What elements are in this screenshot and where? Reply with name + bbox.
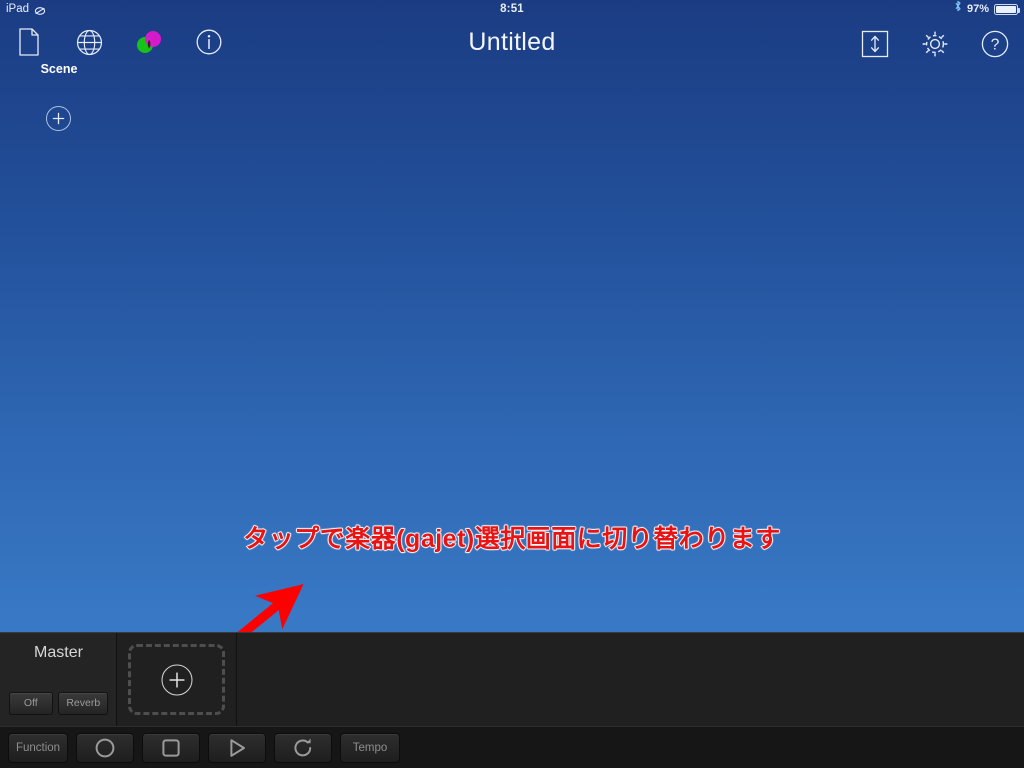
help-icon[interactable]: ? bbox=[976, 24, 1014, 64]
annotation-text: タップで楽器(gajet)選択画面に切り替わります bbox=[243, 524, 781, 553]
plus-circle-icon bbox=[52, 112, 65, 125]
bottom-panel: Master Off Reverb Function Tempo bbox=[0, 632, 1024, 768]
empty-track-slot[interactable] bbox=[117, 633, 237, 727]
svg-text:?: ? bbox=[991, 37, 1000, 54]
add-gadget-button[interactable] bbox=[161, 664, 192, 696]
triangle-icon bbox=[230, 738, 245, 757]
master-channel-panel: Master Off Reverb bbox=[0, 633, 117, 727]
status-bar-time: 8:51 bbox=[500, 3, 524, 15]
toolbar-right-group: ? bbox=[856, 24, 1014, 64]
master-buttons: Off Reverb bbox=[0, 692, 117, 715]
master-title: Master bbox=[34, 644, 83, 661]
square-icon bbox=[162, 738, 180, 757]
battery-icon bbox=[994, 3, 1020, 15]
transport-bar: Function Tempo bbox=[0, 726, 1024, 768]
bluetooth-icon bbox=[954, 0, 962, 18]
gear-icon[interactable] bbox=[916, 24, 954, 64]
battery-percent-label: 97% bbox=[966, 3, 989, 15]
function-button[interactable]: Function bbox=[8, 732, 68, 763]
scene-label-row: Scene bbox=[0, 62, 1024, 76]
scene-label: Scene bbox=[40, 62, 78, 76]
master-off-button[interactable]: Off bbox=[8, 692, 53, 715]
record-button[interactable] bbox=[76, 732, 134, 763]
app-root: iPad 8:51 97% Untitled Scene ? タップで楽器(ga… bbox=[0, 0, 1024, 768]
add-scene-button[interactable] bbox=[46, 106, 71, 131]
export-icon[interactable] bbox=[856, 24, 894, 64]
master-reverb-button[interactable]: Reverb bbox=[58, 692, 109, 715]
plus-circle-icon bbox=[168, 672, 185, 688]
top-toolbar: Untitled Scene ? bbox=[0, 18, 1024, 78]
stop-button[interactable] bbox=[142, 732, 200, 763]
circle-icon bbox=[95, 738, 115, 757]
status-bar-right: 97% bbox=[954, 0, 1020, 18]
status-bar: iPad 8:51 97% bbox=[0, 0, 1024, 18]
track-row: Master Off Reverb bbox=[0, 633, 1024, 727]
loop-button[interactable] bbox=[274, 732, 332, 763]
loop-icon bbox=[294, 738, 312, 756]
empty-track-area bbox=[237, 633, 1024, 727]
tempo-button[interactable]: Tempo bbox=[340, 732, 400, 763]
play-button[interactable] bbox=[208, 732, 266, 763]
